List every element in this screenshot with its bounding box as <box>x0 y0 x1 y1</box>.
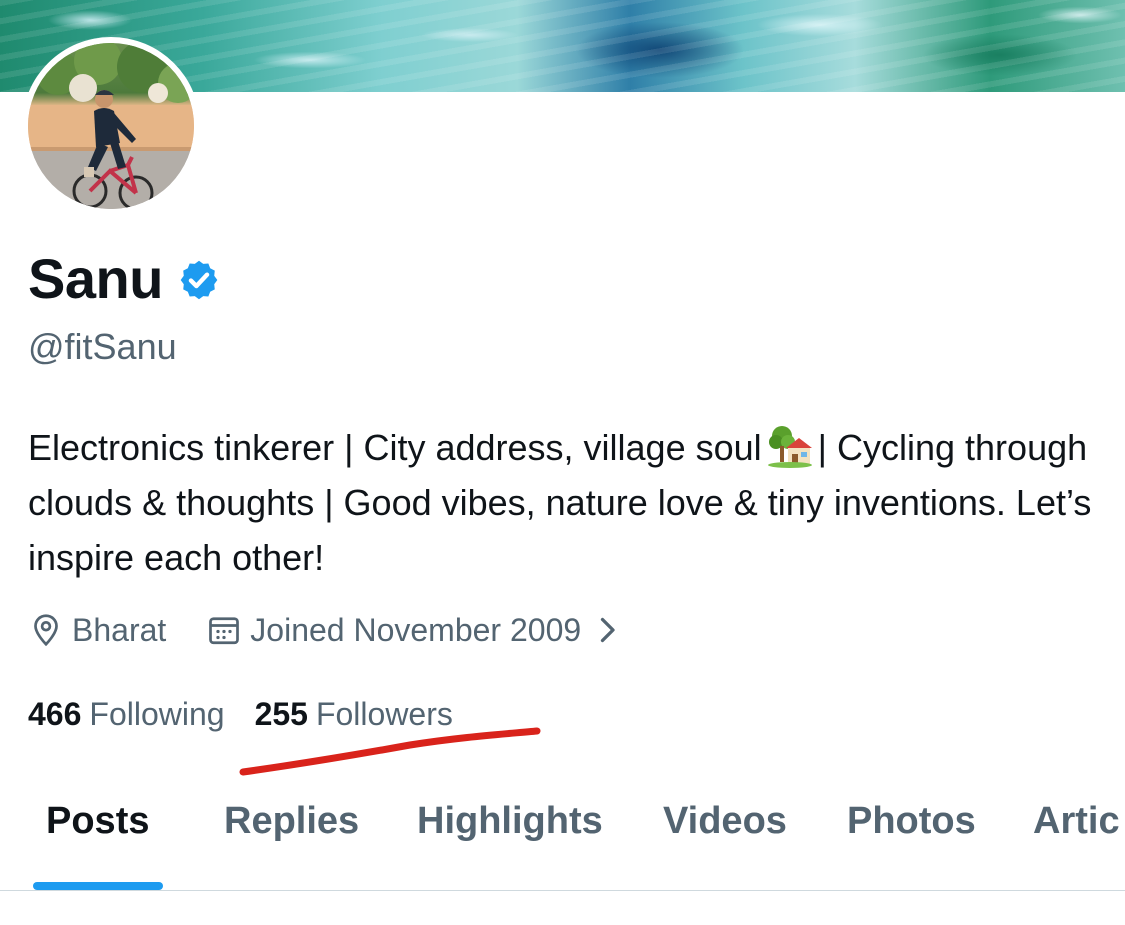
joined-item[interactable]: Joined November 2009 <box>206 612 633 649</box>
followers-count: 255 <box>254 696 308 732</box>
avatar[interactable] <box>22 37 200 215</box>
calendar-icon <box>209 617 240 645</box>
tab-replies[interactable]: Replies <box>224 800 359 843</box>
house-with-garden-emoji <box>767 426 812 468</box>
verified-badge-icon[interactable] <box>177 258 221 302</box>
tab-articles[interactable]: Artic <box>1033 800 1120 843</box>
following-label: Following <box>89 696 225 732</box>
following-count: 466 <box>28 696 82 732</box>
profile-bio: Electronics tinkerer | City address, vil… <box>28 420 1108 585</box>
tab-posts[interactable]: Posts <box>46 800 149 843</box>
joined-text: Joined November 2009 <box>250 611 582 648</box>
location-item: Bharat <box>28 612 166 649</box>
profile-tabs: Posts Replies Highlights Videos Photos A… <box>0 780 1125 891</box>
followers-label: Followers <box>315 696 453 732</box>
avatar-photo <box>28 43 194 209</box>
location-text: Bharat <box>72 611 167 648</box>
bio-text-part1: Electronics tinkerer | City address, vil… <box>28 427 762 468</box>
chevron-right-icon <box>601 617 615 643</box>
follow-stats: 466 Following 255 Followers <box>28 696 453 733</box>
tab-highlights[interactable]: Highlights <box>417 800 603 843</box>
tab-photos[interactable]: Photos <box>847 800 976 843</box>
profile-meta-row: Bharat Joined November 2009 <box>28 608 633 652</box>
cyclist-photo <box>28 43 194 209</box>
active-tab-indicator <box>33 882 163 890</box>
tab-videos[interactable]: Videos <box>663 800 787 843</box>
following-link[interactable]: 466 Following <box>28 696 225 733</box>
profile-name-row: Sanu <box>28 246 221 310</box>
location-pin-icon <box>34 614 58 647</box>
profile-handle: @fitSanu <box>28 326 177 367</box>
profile-name: Sanu <box>28 246 163 310</box>
profile-page: Sanu @fitSanu Electronics tinkerer | Cit… <box>0 0 1125 925</box>
followers-link[interactable]: 255 Followers <box>255 696 453 733</box>
